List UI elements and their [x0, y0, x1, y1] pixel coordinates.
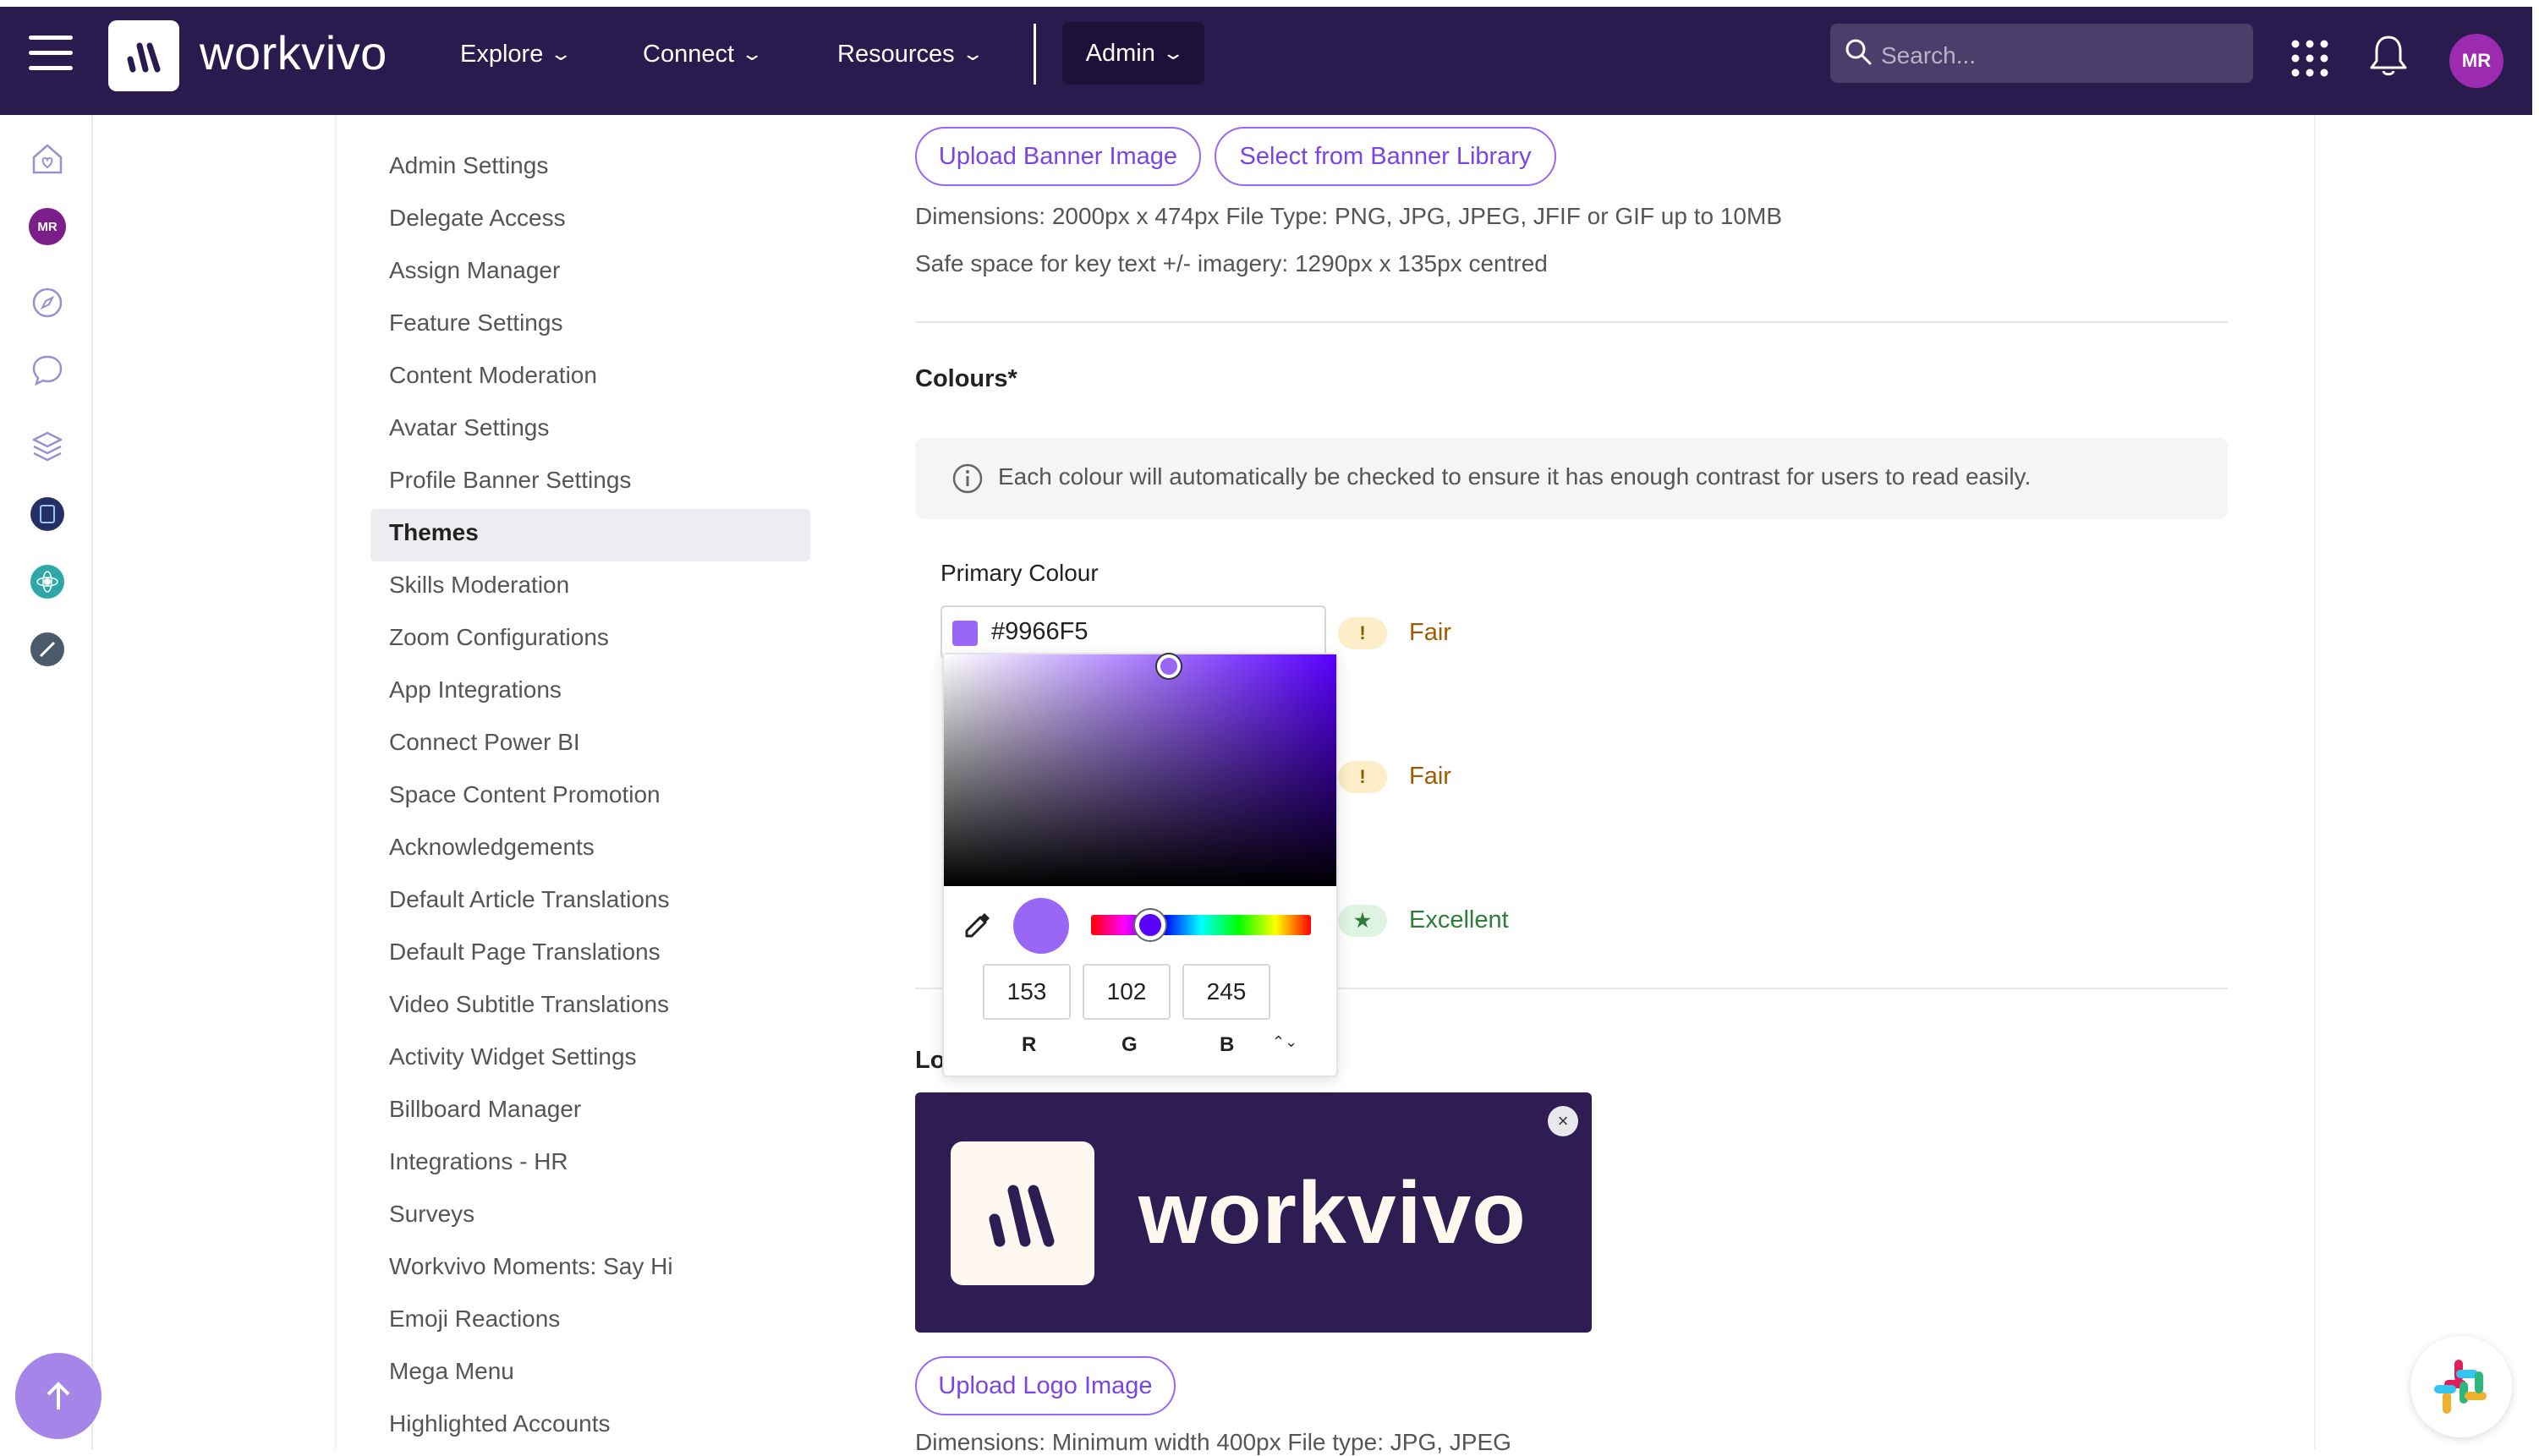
menu-item-delegate-access[interactable]: Delegate Access [389, 205, 566, 232]
contrast-rating-fair: Fair [1409, 763, 1451, 790]
right-window-edge [2532, 0, 2539, 1449]
nav-resources-label: Resources [837, 40, 955, 68]
search-placeholder: Search... [1881, 42, 1977, 68]
logo-preview-mark-icon [951, 1141, 1094, 1285]
banner-dimensions-text: Dimensions: 2000px x 474px File Type: PN… [915, 203, 1782, 229]
blue-channel-label: B [1220, 1033, 1235, 1056]
menu-item-feature-settings[interactable]: Feature Settings [389, 309, 562, 337]
compass-icon[interactable] [29, 284, 66, 321]
content-border-right [2314, 115, 2316, 1449]
logo-dimensions-text: Dimensions: Minimum width 400px File typ… [915, 1429, 1511, 1455]
slack-button[interactable] [2410, 1336, 2512, 1437]
pen-app-icon[interactable] [29, 631, 66, 668]
user-avatar[interactable]: MR [2449, 34, 2503, 88]
menu-item-highlighted-accounts[interactable]: Highlighted Accounts [389, 1410, 611, 1437]
menu-item-assign-manager[interactable]: Assign Manager [389, 257, 560, 284]
space-app-icon[interactable] [29, 495, 66, 533]
color-mode-toggle[interactable]: ⌃⌄ [1272, 1033, 1297, 1051]
menu-item-profile-banner-settings[interactable]: Profile Banner Settings [389, 467, 631, 494]
menu-item-skills-moderation[interactable]: Skills Moderation [389, 572, 569, 599]
red-channel-label: R [1022, 1033, 1037, 1056]
apps-grid-icon[interactable] [2290, 39, 2329, 78]
slack-icon [2434, 1360, 2487, 1414]
hue-slider-handle[interactable] [1135, 910, 1165, 940]
menu-item-default-article-translations[interactable]: Default Article Translations [389, 886, 670, 913]
menu-item-space-content-promotion[interactable]: Space Content Promotion [389, 781, 661, 808]
nav-explore[interactable]: Explore ⌄ [460, 0, 573, 108]
chat-bubble-icon[interactable] [29, 352, 66, 389]
contrast-rating-fair: Fair [1409, 619, 1451, 646]
menu-item-avatar-settings[interactable]: Avatar Settings [389, 414, 549, 441]
select-from-banner-library-button[interactable]: Select from Banner Library [1215, 127, 1556, 186]
scroll-to-top-button[interactable] [15, 1353, 101, 1439]
home-heart-icon[interactable] [29, 140, 66, 178]
chevron-down-icon: ⌄ [961, 43, 984, 64]
nav-divider [1034, 24, 1036, 85]
content-border-left [335, 115, 337, 1449]
nav-connect[interactable]: Connect ⌄ [643, 0, 764, 108]
menu-item-activity-widget-settings[interactable]: Activity Widget Settings [389, 1043, 637, 1070]
contrast-star-badge: ★ [1338, 905, 1387, 937]
menu-item-video-subtitle-translations[interactable]: Video Subtitle Translations [389, 991, 669, 1018]
notifications-bell-icon[interactable] [2368, 34, 2409, 78]
menu-item-mega-menu[interactable]: Mega Menu [389, 1358, 514, 1385]
colours-info-text: Each colour will automatically be checke… [998, 463, 2032, 490]
green-channel-input[interactable]: 102 [1083, 964, 1171, 1020]
menu-item-acknowledgements[interactable]: Acknowledgements [389, 834, 595, 861]
primary-colour-hex-value: #9966F5 [991, 618, 1089, 645]
contrast-warning-badge: ! [1338, 617, 1387, 649]
nav-admin-label: Admin [1085, 39, 1155, 67]
colours-section-title: Colours* [915, 365, 1017, 392]
menu-item-admin-settings[interactable]: Admin Settings [389, 152, 548, 179]
chevron-down-icon: ⌄ [1161, 42, 1185, 63]
logo-section-title: Lo [915, 1047, 946, 1074]
menu-item-themes[interactable]: Themes [389, 519, 479, 546]
upload-logo-image-button[interactable]: Upload Logo Image [915, 1356, 1176, 1415]
eyedropper-icon[interactable] [962, 910, 993, 940]
menu-item-content-moderation[interactable]: Content Moderation [389, 362, 597, 389]
atom-app-icon[interactable] [29, 563, 66, 600]
red-channel-input[interactable]: 153 [983, 964, 1071, 1020]
section-divider [915, 321, 2228, 323]
remove-logo-button[interactable]: × [1548, 1106, 1578, 1136]
menu-item-app-integrations[interactable]: App Integrations [389, 676, 562, 703]
nav-explore-label: Explore [460, 40, 544, 68]
menu-item-connect-power-bi[interactable]: Connect Power BI [389, 729, 580, 756]
arrow-up-icon [47, 1382, 70, 1409]
menu-item-zoom-configurations[interactable]: Zoom Configurations [389, 624, 609, 651]
menu-item-default-page-translations[interactable]: Default Page Translations [389, 939, 661, 966]
saturation-value-area[interactable] [944, 654, 1336, 886]
search-icon [1845, 39, 1872, 65]
primary-colour-label: Primary Colour [940, 560, 1099, 586]
menu-item-emoji-reactions[interactable]: Emoji Reactions [389, 1305, 560, 1333]
chevron-down-icon: ⌄ [549, 43, 573, 64]
hue-slider[interactable] [1091, 915, 1311, 935]
menu-item-workvivo-moments[interactable]: Workvivo Moments: Say Hi [389, 1253, 673, 1280]
blue-channel-input[interactable]: 245 [1182, 964, 1270, 1020]
green-channel-label: G [1121, 1033, 1138, 1056]
nav-resources[interactable]: Resources ⌄ [837, 0, 984, 108]
brand-name[interactable]: workvivo [200, 25, 387, 80]
menu-item-billboard-manager[interactable]: Billboard Manager [389, 1096, 581, 1123]
nav-admin[interactable]: Admin ⌄ [1062, 22, 1204, 85]
layers-icon[interactable] [29, 428, 66, 465]
nav-connect-label: Connect [643, 40, 735, 68]
saturation-value-handle[interactable] [1157, 654, 1181, 678]
menu-item-integrations-hr[interactable]: Integrations - HR [389, 1148, 568, 1175]
contrast-warning-badge: ! [1338, 761, 1387, 793]
info-icon [952, 463, 983, 494]
banner-safe-space-text: Safe space for key text +/- imagery: 129… [915, 250, 1548, 276]
hamburger-menu-icon[interactable] [29, 36, 73, 71]
chevron-down-icon: ⌄ [740, 43, 765, 64]
logo-preview-text: workvivo [1138, 1164, 1527, 1262]
upload-banner-image-button[interactable]: Upload Banner Image [915, 127, 1201, 186]
color-preview-swatch [1013, 898, 1069, 954]
primary-colour-swatch [952, 621, 978, 646]
menu-item-surveys[interactable]: Surveys [389, 1201, 474, 1228]
workvivo-logo-icon[interactable] [108, 20, 179, 91]
rail-avatar[interactable]: MR [29, 208, 66, 245]
contrast-rating-excellent: Excellent [1409, 906, 1509, 933]
